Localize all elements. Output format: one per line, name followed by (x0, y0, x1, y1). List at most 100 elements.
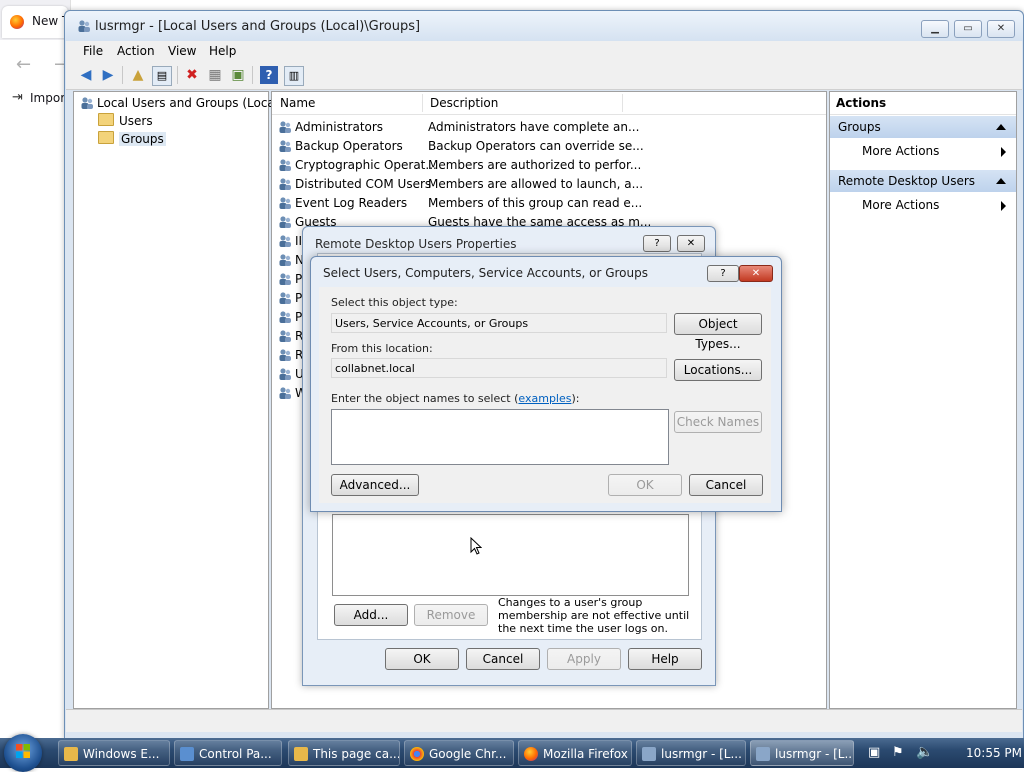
group-icon (279, 235, 291, 247)
window-title-bar[interactable]: lusrmgr - [Local Users and Groups (Local… (65, 11, 1023, 41)
taskbar-label: lusrmgr - [L... (775, 747, 854, 761)
taskbar-lusrmgr-2[interactable]: lusrmgr - [L... (750, 740, 854, 766)
menu-view[interactable]: View (168, 44, 196, 58)
taskbar-google-chrome[interactable]: Google Chr... (404, 740, 514, 766)
list-item[interactable]: N (278, 251, 304, 270)
help-button[interactable]: ? (707, 265, 739, 282)
list-item[interactable]: Backup Operators Backup Operators can ove… (278, 137, 644, 156)
advanced-button[interactable]: Advanced... (331, 474, 419, 496)
close-button[interactable]: ✕ (987, 20, 1015, 38)
show-hide-action-pane-icon[interactable]: ▥ (284, 66, 304, 86)
menu-file[interactable]: File (83, 44, 103, 58)
list-item[interactable]: U (278, 365, 304, 384)
list-item[interactable]: Cryptographic Operat... Members are autho… (278, 156, 641, 175)
actions-section-groups[interactable]: Groups (830, 116, 1016, 138)
group-description: Backup Operators can override se... (428, 139, 644, 153)
ok-button: OK (608, 474, 682, 496)
list-header: Name Description (272, 92, 826, 115)
minimize-button[interactable]: ▁ (921, 20, 949, 38)
delete-icon[interactable]: ✖ (183, 66, 201, 84)
list-item[interactable]: P (278, 289, 302, 308)
help-text-button[interactable]: Help (628, 648, 702, 670)
network-icon[interactable]: ▣ (868, 745, 880, 760)
column-header-name[interactable]: Name (280, 96, 315, 110)
taskbar-lusrmgr-1[interactable]: lusrmgr - [L... (636, 740, 746, 766)
properties-icon[interactable]: ▦ (206, 66, 224, 84)
cancel-button[interactable]: Cancel (466, 648, 540, 670)
group-icon (279, 254, 291, 266)
taskbar-label: Control Pa... (199, 747, 272, 761)
ok-button[interactable]: OK (385, 648, 459, 670)
menu-help[interactable]: Help (209, 44, 236, 58)
close-button[interactable]: ✕ (677, 235, 705, 252)
list-item[interactable]: P (278, 270, 302, 289)
tree-item-users[interactable]: Users (98, 112, 153, 130)
export-list-icon[interactable]: ▣ (229, 66, 247, 84)
more-actions-label: More Actions (862, 144, 940, 158)
tree-item-groups[interactable]: Groups (98, 130, 166, 148)
tree-pane: Local Users and Groups (Local) Users Gro… (73, 91, 283, 709)
help-button[interactable]: ? (643, 235, 671, 252)
list-item[interactable]: II (278, 232, 302, 251)
clock[interactable]: 10:55 PM (966, 746, 1022, 760)
back-arrow-icon[interactable]: ← (16, 54, 31, 75)
maximize-button[interactable]: ▭ (954, 20, 982, 38)
flag-icon[interactable]: ⚑ (892, 745, 904, 760)
tree-root[interactable]: Local Users and Groups (Local) (80, 94, 283, 112)
collapse-icon[interactable] (996, 124, 1006, 130)
check-names-button: Check Names (674, 411, 762, 433)
volume-icon[interactable]: 🔈 (916, 744, 933, 760)
help-icon[interactable]: ? (260, 66, 278, 84)
taskbar-control-panel[interactable]: Control Pa... (174, 740, 282, 766)
collapse-icon[interactable] (996, 178, 1006, 184)
list-item[interactable]: R (278, 346, 303, 365)
menu-action[interactable]: Action (117, 44, 155, 58)
add-button[interactable]: Add... (334, 604, 408, 626)
column-header-description[interactable]: Description (430, 96, 498, 110)
object-types-button[interactable]: Object Types... (674, 313, 762, 351)
cancel-button[interactable]: Cancel (689, 474, 763, 496)
forward-icon[interactable]: ▶ (99, 66, 117, 84)
list-item[interactable]: Event Log Readers Members of this group c… (278, 194, 642, 213)
start-button[interactable] (4, 734, 42, 772)
actions-section-title: Groups (838, 120, 881, 134)
apply-button: Apply (547, 648, 621, 670)
more-actions-label: More Actions (862, 198, 940, 212)
examples-link[interactable]: examples (518, 392, 571, 405)
mouse-cursor-icon (470, 537, 482, 555)
more-actions-remote-desktop-users[interactable]: More Actions (862, 198, 939, 212)
taskbar-windows-explorer[interactable]: Windows E... (58, 740, 170, 766)
group-icon (279, 387, 291, 399)
more-actions-groups[interactable]: More Actions (862, 144, 939, 158)
status-bar (66, 709, 1022, 732)
taskbar-label: Mozilla Firefox (543, 747, 628, 761)
firefox-icon (524, 747, 538, 761)
list-item[interactable]: R (278, 327, 303, 346)
remove-button: Remove (414, 604, 488, 626)
submenu-arrow-icon (1001, 147, 1006, 157)
up-folder-icon[interactable]: ▲ (129, 66, 147, 84)
group-description: Members are authorized to perfor... (428, 158, 642, 172)
close-button[interactable]: ✕ (739, 265, 773, 282)
object-names-input[interactable] (331, 409, 669, 465)
bookmark-import[interactable]: Impor (30, 91, 65, 105)
actions-header-label: Actions (836, 96, 887, 110)
actions-section-remote-desktop-users[interactable]: Remote Desktop Users (830, 170, 1016, 192)
list-item[interactable]: Administrators Administrators have comple… (278, 118, 639, 137)
users-group-icon (78, 20, 90, 32)
taskbar-this-page[interactable]: This page ca... (288, 740, 400, 766)
group-name: Administrators (295, 120, 384, 134)
group-icon (279, 368, 291, 380)
window-title: lusrmgr - [Local Users and Groups (Local… (95, 19, 421, 34)
chrome-icon (410, 747, 424, 761)
back-icon[interactable]: ◀ (77, 66, 95, 84)
locations-button[interactable]: Locations... (674, 359, 762, 381)
show-hide-tree-icon[interactable]: ▤ (152, 66, 172, 86)
list-item[interactable]: P (278, 308, 302, 327)
group-icon (279, 140, 291, 152)
taskbar-label: Windows E... (83, 747, 160, 761)
list-item[interactable]: Distributed COM Users Members are allowed… (278, 175, 643, 194)
members-list[interactable] (332, 514, 689, 596)
actions-section-title: Remote Desktop Users (838, 174, 976, 188)
taskbar-mozilla-firefox[interactable]: Mozilla Firefox (518, 740, 632, 766)
